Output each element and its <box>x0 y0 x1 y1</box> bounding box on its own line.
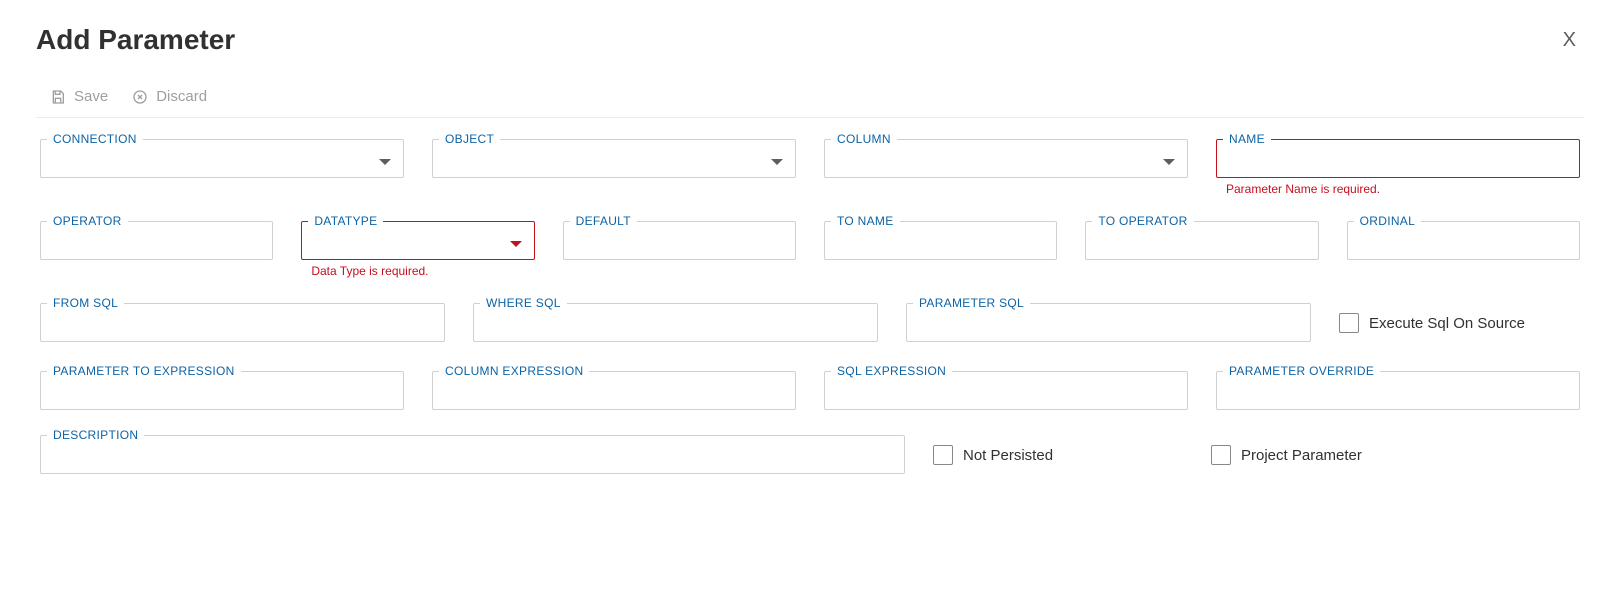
object-field[interactable]: OBJECT <box>432 132 796 178</box>
description-field[interactable]: DESCRIPTION <box>40 428 905 474</box>
ordinal-label: ORDINAL <box>1354 214 1421 228</box>
to-name-input[interactable] <box>837 228 1044 259</box>
connection-field[interactable]: CONNECTION <box>40 132 404 178</box>
chevron-down-icon <box>510 241 522 247</box>
column-field[interactable]: COLUMN <box>824 132 1188 178</box>
sql-expression-input[interactable] <box>837 378 1175 409</box>
parameter-sql-input[interactable] <box>919 310 1298 341</box>
to-name-label: TO NAME <box>831 214 900 228</box>
discard-button[interactable]: Discard <box>132 88 207 105</box>
execute-sql-checkbox[interactable] <box>1339 313 1359 333</box>
parameter-override-field[interactable]: PARAMETER OVERRIDE <box>1216 364 1580 410</box>
project-parameter-label: Project Parameter <box>1241 447 1362 464</box>
parameter-sql-field[interactable]: PARAMETER SQL <box>906 296 1311 342</box>
where-sql-field[interactable]: WHERE SQL <box>473 296 878 342</box>
project-parameter-checkbox[interactable] <box>1211 445 1231 465</box>
save-label: Save <box>74 88 108 105</box>
ordinal-input[interactable] <box>1360 228 1567 259</box>
column-expression-label: COLUMN EXPRESSION <box>439 364 589 378</box>
parameter-to-expression-input[interactable] <box>53 378 391 409</box>
from-sql-field[interactable]: FROM SQL <box>40 296 445 342</box>
to-name-field[interactable]: TO NAME <box>824 214 1057 260</box>
object-value <box>445 146 765 177</box>
column-label: COLUMN <box>831 132 897 146</box>
default-label: DEFAULT <box>570 214 637 228</box>
page-title: Add Parameter <box>36 24 235 56</box>
chevron-down-icon <box>379 159 391 165</box>
parameter-to-expression-field[interactable]: PARAMETER TO EXPRESSION <box>40 364 404 410</box>
parameter-to-expression-label: PARAMETER TO EXPRESSION <box>47 364 241 378</box>
object-label: OBJECT <box>439 132 500 146</box>
datatype-field[interactable]: DATATYPE <box>301 214 534 260</box>
execute-sql-label: Execute Sql On Source <box>1369 315 1525 332</box>
name-input[interactable] <box>1229 146 1567 177</box>
save-icon <box>50 89 66 105</box>
not-persisted-label: Not Persisted <box>963 447 1053 464</box>
save-button[interactable]: Save <box>50 88 108 105</box>
where-sql-input[interactable] <box>486 310 865 341</box>
parameter-sql-label: PARAMETER SQL <box>913 296 1030 310</box>
parameter-override-input[interactable] <box>1229 378 1567 409</box>
default-input[interactable] <box>576 228 783 259</box>
toolbar: Save Discard <box>36 82 1584 118</box>
to-operator-input[interactable] <box>1098 228 1305 259</box>
sql-expression-label: SQL EXPRESSION <box>831 364 952 378</box>
description-label: DESCRIPTION <box>47 428 144 442</box>
connection-label: CONNECTION <box>47 132 143 146</box>
not-persisted-checkbox[interactable] <box>933 445 953 465</box>
to-operator-field[interactable]: TO OPERATOR <box>1085 214 1318 260</box>
from-sql-label: FROM SQL <box>47 296 124 310</box>
name-field[interactable]: NAME <box>1216 132 1580 178</box>
discard-label: Discard <box>156 88 207 105</box>
ordinal-field[interactable]: ORDINAL <box>1347 214 1580 260</box>
where-sql-label: WHERE SQL <box>480 296 567 310</box>
operator-label: OPERATOR <box>47 214 128 228</box>
chevron-down-icon <box>771 159 783 165</box>
column-expression-field[interactable]: COLUMN EXPRESSION <box>432 364 796 410</box>
sql-expression-field[interactable]: SQL EXPRESSION <box>824 364 1188 410</box>
default-field[interactable]: DEFAULT <box>563 214 796 260</box>
parameter-override-label: PARAMETER OVERRIDE <box>1223 364 1380 378</box>
column-expression-input[interactable] <box>445 378 783 409</box>
datatype-error: Data Type is required. <box>311 264 544 278</box>
operator-field[interactable]: OPERATOR <box>40 214 273 260</box>
connection-value <box>53 146 373 177</box>
datatype-label: DATATYPE <box>308 214 383 228</box>
name-error: Parameter Name is required. <box>1226 182 1590 196</box>
name-label: NAME <box>1223 132 1271 146</box>
chevron-down-icon <box>1163 159 1175 165</box>
datatype-value <box>314 228 503 259</box>
column-value <box>837 146 1157 177</box>
to-operator-label: TO OPERATOR <box>1092 214 1193 228</box>
from-sql-input[interactable] <box>53 310 432 341</box>
close-button[interactable]: X <box>1555 25 1584 56</box>
operator-input[interactable] <box>53 228 260 259</box>
discard-icon <box>132 89 148 105</box>
description-input[interactable] <box>53 442 892 473</box>
